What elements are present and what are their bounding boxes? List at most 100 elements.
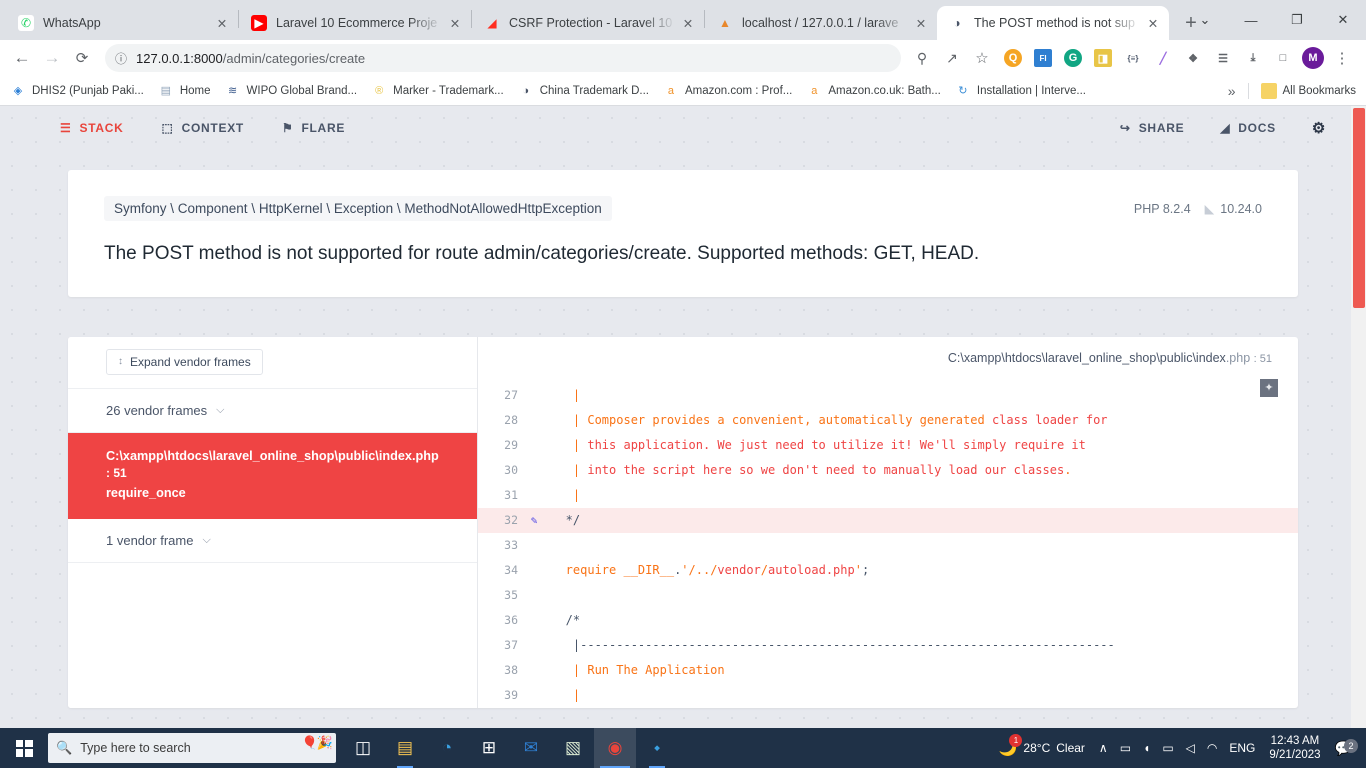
- file-explorer-icon[interactable]: ▤: [384, 728, 426, 768]
- notification-icon[interactable]: 💬 2: [1329, 738, 1362, 757]
- browser-tab[interactable]: ▲ localhost / 127.0.0.1 / larave ✕: [705, 6, 937, 40]
- notification-count: 2: [1344, 738, 1358, 753]
- windows-logo-icon: [15, 739, 33, 757]
- bookmark-star-icon[interactable]: ☆: [968, 44, 996, 72]
- close-window-button[interactable]: ✕: [1320, 4, 1366, 36]
- wifi-icon[interactable]: ◠: [1201, 728, 1223, 768]
- clock-time: 12:43 AM: [1270, 735, 1320, 747]
- chrome-icon[interactable]: ◉: [594, 728, 636, 768]
- bookmark-item[interactable]: a Amazon.com : Prof...: [663, 83, 792, 99]
- bookmark-item[interactable]: ▤ Home: [158, 83, 211, 99]
- browser-tab[interactable]: ◑ The POST method is not sup ✕: [937, 6, 1169, 40]
- camera-icon[interactable]: ▭: [1114, 728, 1137, 768]
- page-scrollbar-thumb[interactable]: [1353, 108, 1365, 308]
- active-stack-frame[interactable]: C:\xampp\htdocs\laravel_online_shop\publ…: [68, 432, 477, 519]
- docs-button[interactable]: ◢ DOCS: [1220, 121, 1276, 135]
- bookmark-item[interactable]: a Amazon.co.uk: Bath...: [806, 83, 941, 99]
- code-extension[interactable]: {≡}: [1124, 49, 1142, 67]
- language-indicator[interactable]: ENG: [1223, 728, 1261, 768]
- code-line-text: /*: [544, 612, 581, 627]
- bookmarks-more-button[interactable]: »: [1228, 83, 1236, 99]
- tab-close-icon[interactable]: ✕: [214, 15, 230, 31]
- intervention-icon: ↻: [958, 85, 968, 97]
- browser-tab[interactable]: ✆ WhatsApp ✕: [6, 6, 238, 40]
- tab-search-button[interactable]: ⌄: [1182, 4, 1228, 36]
- globe-icon: ◑: [522, 84, 530, 97]
- active-frame-line: : 51: [106, 466, 127, 481]
- reading-list-icon[interactable]: ☰: [1214, 49, 1232, 67]
- code-line-text: |: [544, 487, 588, 502]
- weather-temp: 28°C: [1023, 741, 1051, 755]
- nav-tab-context[interactable]: ⬚ CONTEXT: [162, 121, 244, 135]
- bookmark-label: Home: [179, 84, 211, 97]
- zoom-out-icon[interactable]: ⚲: [908, 44, 936, 72]
- share-icon[interactable]: ↗: [938, 44, 966, 72]
- colorful-extension[interactable]: ◨: [1094, 49, 1112, 67]
- browser-menu-icon[interactable]: ⋮: [1328, 44, 1356, 72]
- grammarly-extension[interactable]: G: [1064, 49, 1082, 67]
- moon-icon: 🌙 1: [999, 734, 1023, 757]
- tab-close-icon[interactable]: ✕: [680, 15, 696, 31]
- exception-message: The POST method is not supported for rou…: [104, 243, 980, 264]
- volume-icon[interactable]: ◁: [1180, 728, 1201, 768]
- code-line-text: require __DIR__.'/../vendor/autoload.php…: [544, 562, 870, 577]
- formatter-extension[interactable]: FI: [1034, 49, 1052, 67]
- headset-muted-icon[interactable]: ◖: [1137, 728, 1156, 768]
- mail-icon[interactable]: ✉: [510, 728, 552, 768]
- microsoft-store-icon[interactable]: ⊞: [468, 728, 510, 768]
- code-line-text: | Composer provides a convenient, automa…: [544, 412, 1108, 427]
- expand-vendor-frames-button[interactable]: ↕ Expand vendor frames: [106, 348, 263, 375]
- code-line-text: |---------------------------------------…: [544, 637, 1115, 652]
- puzzle-extension[interactable]: ❖: [1184, 49, 1202, 67]
- settings-button[interactable]: ⚙: [1312, 119, 1326, 137]
- tab-close-icon[interactable]: ✕: [447, 15, 463, 31]
- all-bookmarks-label[interactable]: All Bookmarks: [1283, 85, 1357, 97]
- bookmark-item[interactable]: ◈ DHIS2 (Punjab Paki...: [10, 83, 144, 99]
- browser-tab[interactable]: ◢ CSRF Protection - Laravel 10 ✕: [472, 6, 704, 40]
- reload-icon[interactable]: ⟳: [68, 44, 96, 72]
- bookmark-item[interactable]: ≋ WIPO Global Brand...: [225, 83, 357, 99]
- battery-icon[interactable]: ▭: [1156, 728, 1179, 768]
- vendor-frames-top[interactable]: 26 vendor frames ⌵: [68, 389, 477, 433]
- nav-tab-stack[interactable]: ☰ STACK: [60, 121, 124, 135]
- edit-pencil-icon[interactable]: ✎: [524, 508, 544, 533]
- pen-extension[interactable]: ╱: [1154, 49, 1172, 67]
- minimize-button[interactable]: —: [1228, 4, 1274, 36]
- sidepanel-icon[interactable]: □: [1274, 49, 1292, 67]
- profile-avatar[interactable]: M: [1302, 47, 1324, 69]
- code-line-number: 29: [504, 437, 518, 452]
- context-icon: ⬚: [161, 121, 174, 135]
- taskbar-clock[interactable]: 12:43 AM 9/21/2023: [1261, 734, 1328, 762]
- share-button[interactable]: ↪ SHARE: [1120, 121, 1184, 135]
- start-button[interactable]: [0, 728, 48, 768]
- task-view-icon[interactable]: ◫: [342, 728, 384, 768]
- maximize-button[interactable]: ❐: [1274, 4, 1320, 36]
- bookmark-item[interactable]: ◑ China Trademark D...: [518, 83, 649, 99]
- tab-close-icon[interactable]: ✕: [913, 15, 929, 31]
- vscode-icon[interactable]: ⬩: [636, 728, 678, 768]
- magnifier-icon: 🔍: [56, 740, 73, 755]
- address-bar[interactable]: ⓘ 127.0.0.1:8000/admin/categories/create: [105, 44, 901, 72]
- page-scrollbar-track[interactable]: [1351, 106, 1366, 728]
- exception-card: Symfony \ Component \ HttpKernel \ Excep…: [68, 170, 1298, 297]
- notepad-icon[interactable]: ▧: [552, 728, 594, 768]
- frames-panel: ↕ Expand vendor frames 26 vendor frames …: [68, 336, 1298, 708]
- code-line-number: 32: [504, 512, 518, 527]
- bookmark-item[interactable]: ↻ Installation | Interve...: [955, 83, 1086, 99]
- edge-icon[interactable]: ◔: [426, 728, 468, 768]
- tab-close-icon[interactable]: ✕: [1145, 15, 1161, 31]
- code-file-path: C:\xampp\htdocs\laravel_online_shop\publ…: [947, 350, 1226, 365]
- search-extension[interactable]: Q: [1004, 49, 1022, 67]
- bookmark-item[interactable]: ® Marker - Trademark...: [371, 83, 504, 99]
- show-hidden-icons[interactable]: ∧: [1093, 728, 1114, 768]
- vendor-frames-bottom[interactable]: 1 vendor frame ⌵: [68, 519, 477, 563]
- nav-tab-flare[interactable]: ⚑ FLARE: [282, 121, 345, 135]
- site-info-icon[interactable]: ⓘ: [115, 50, 127, 67]
- back-icon[interactable]: ←: [8, 44, 36, 72]
- browser-tab[interactable]: ▶ Laravel 10 Ecommerce Proje ✕: [239, 6, 471, 40]
- downloads-icon[interactable]: ⤓: [1244, 49, 1262, 67]
- taskbar-search-input[interactable]: 🔍 Type here to search 🎈🎉: [48, 733, 336, 763]
- bookmarks-divider: [1247, 82, 1249, 99]
- forward-icon[interactable]: →: [38, 44, 66, 72]
- weather-widget[interactable]: 🌙 1 28°C Clear: [991, 734, 1093, 757]
